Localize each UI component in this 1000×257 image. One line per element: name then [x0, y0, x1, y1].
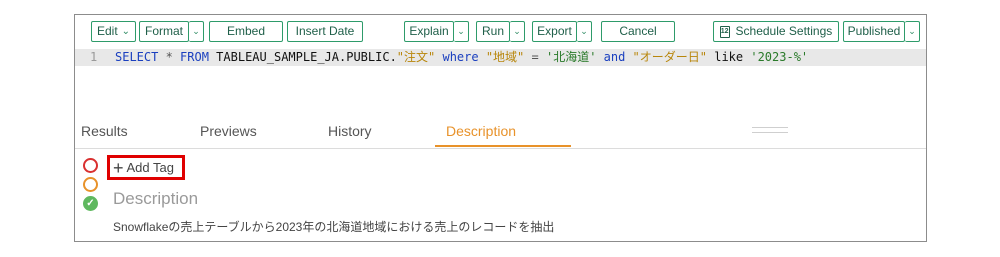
explain-dropdown-button[interactable]: ⌄	[454, 21, 469, 42]
edit-button[interactable]: Edit ⌄	[91, 21, 136, 42]
schedule-settings-button[interactable]: 12 Schedule Settings	[713, 21, 839, 42]
query-editor-panel: Edit ⌄ Format ⌄ Embed Insert Date Explain…	[74, 14, 927, 242]
insert-date-label: Insert Date	[295, 24, 355, 38]
format-button[interactable]: Format	[139, 21, 189, 42]
toolbar: Edit ⌄ Format ⌄ Embed Insert Date Explain…	[75, 15, 926, 49]
explain-label: Explain	[409, 24, 449, 38]
explain-button[interactable]: Explain	[404, 21, 454, 42]
tab-history[interactable]: History	[328, 115, 372, 147]
token-col2: "オーダー日"	[632, 50, 707, 64]
keyword-from: FROM	[180, 50, 209, 64]
embed-label: Embed	[226, 24, 266, 38]
token-table: TABLEAU_SAMPLE_JA.PUBLIC.	[208, 50, 397, 64]
schedule-settings-label: Schedule Settings	[735, 24, 833, 38]
export-dropdown-button[interactable]: ⌄	[577, 21, 592, 42]
token-like: like	[707, 50, 751, 64]
add-tag-label: Add Tag	[126, 160, 174, 175]
chevron-down-icon: ⌄	[121, 26, 131, 37]
format-dropdown-button[interactable]: ⌄	[189, 21, 204, 42]
published-dropdown-button[interactable]: ⌄	[905, 21, 920, 42]
cancel-label: Cancel	[619, 24, 657, 38]
active-tab-indicator	[435, 145, 571, 147]
export-label: Export	[537, 24, 572, 38]
status-check-circle-icon[interactable]: ✓	[83, 196, 98, 211]
run-label: Run	[482, 24, 505, 38]
keyword-and: and	[596, 50, 633, 64]
calendar-icon: 12	[719, 25, 730, 38]
cancel-button[interactable]: Cancel	[601, 21, 675, 42]
description-text[interactable]: Snowflakeの売上テーブルから2023年の北海道地域における売上のレコード…	[113, 218, 554, 235]
chevron-down-icon: ⌄	[457, 26, 465, 36]
resize-grip-icon[interactable]	[752, 127, 788, 133]
chevron-down-icon: ⌄	[908, 26, 916, 36]
tab-description[interactable]: Description	[446, 115, 516, 147]
edit-label: Edit	[96, 24, 118, 38]
run-dropdown-button[interactable]: ⌄	[510, 21, 525, 42]
sql-editor[interactable]: 1 SELECT * FROM TABLEAU_SAMPLE_JA.PUBLIC…	[75, 49, 926, 115]
token-table-quoted: "注文"	[396, 50, 436, 64]
insert-date-button[interactable]: Insert Date	[287, 21, 363, 42]
run-button[interactable]: Run	[476, 21, 510, 42]
token-col1: "地域"	[485, 50, 525, 64]
result-tabs: Results Previews History Description	[75, 115, 926, 149]
line-number: 1	[90, 50, 98, 64]
tab-previews[interactable]: Previews	[200, 115, 257, 147]
published-button[interactable]: Published	[843, 21, 905, 42]
export-button[interactable]: Export	[532, 21, 577, 42]
embed-button[interactable]: Embed	[209, 21, 283, 42]
token-eq: =	[524, 50, 546, 64]
keyword-select: SELECT	[115, 50, 159, 64]
token-val2: '2023-%'	[750, 50, 809, 64]
chevron-down-icon: ⌄	[513, 26, 521, 36]
format-label: Format	[145, 24, 184, 38]
description-panel: ✓ + Add Tag Description Snowflakeの売上テーブル…	[75, 149, 926, 243]
add-tag-button[interactable]: + Add Tag	[107, 155, 185, 180]
token-star: *	[158, 50, 181, 64]
plus-icon: +	[113, 157, 124, 178]
token-val1: '北海道'	[545, 50, 597, 64]
tab-results[interactable]: Results	[81, 115, 128, 147]
published-label: Published	[847, 24, 901, 38]
keyword-where: where	[435, 50, 486, 64]
chevron-down-icon: ⌄	[192, 26, 200, 36]
status-red-circle-icon[interactable]	[83, 158, 98, 173]
description-title: Description	[113, 189, 199, 208]
chevron-down-icon: ⌄	[580, 26, 588, 36]
status-orange-circle-icon[interactable]	[83, 177, 98, 192]
sql-code-line[interactable]: SELECT * FROM TABLEAU_SAMPLE_JA.PUBLIC."…	[115, 49, 808, 66]
